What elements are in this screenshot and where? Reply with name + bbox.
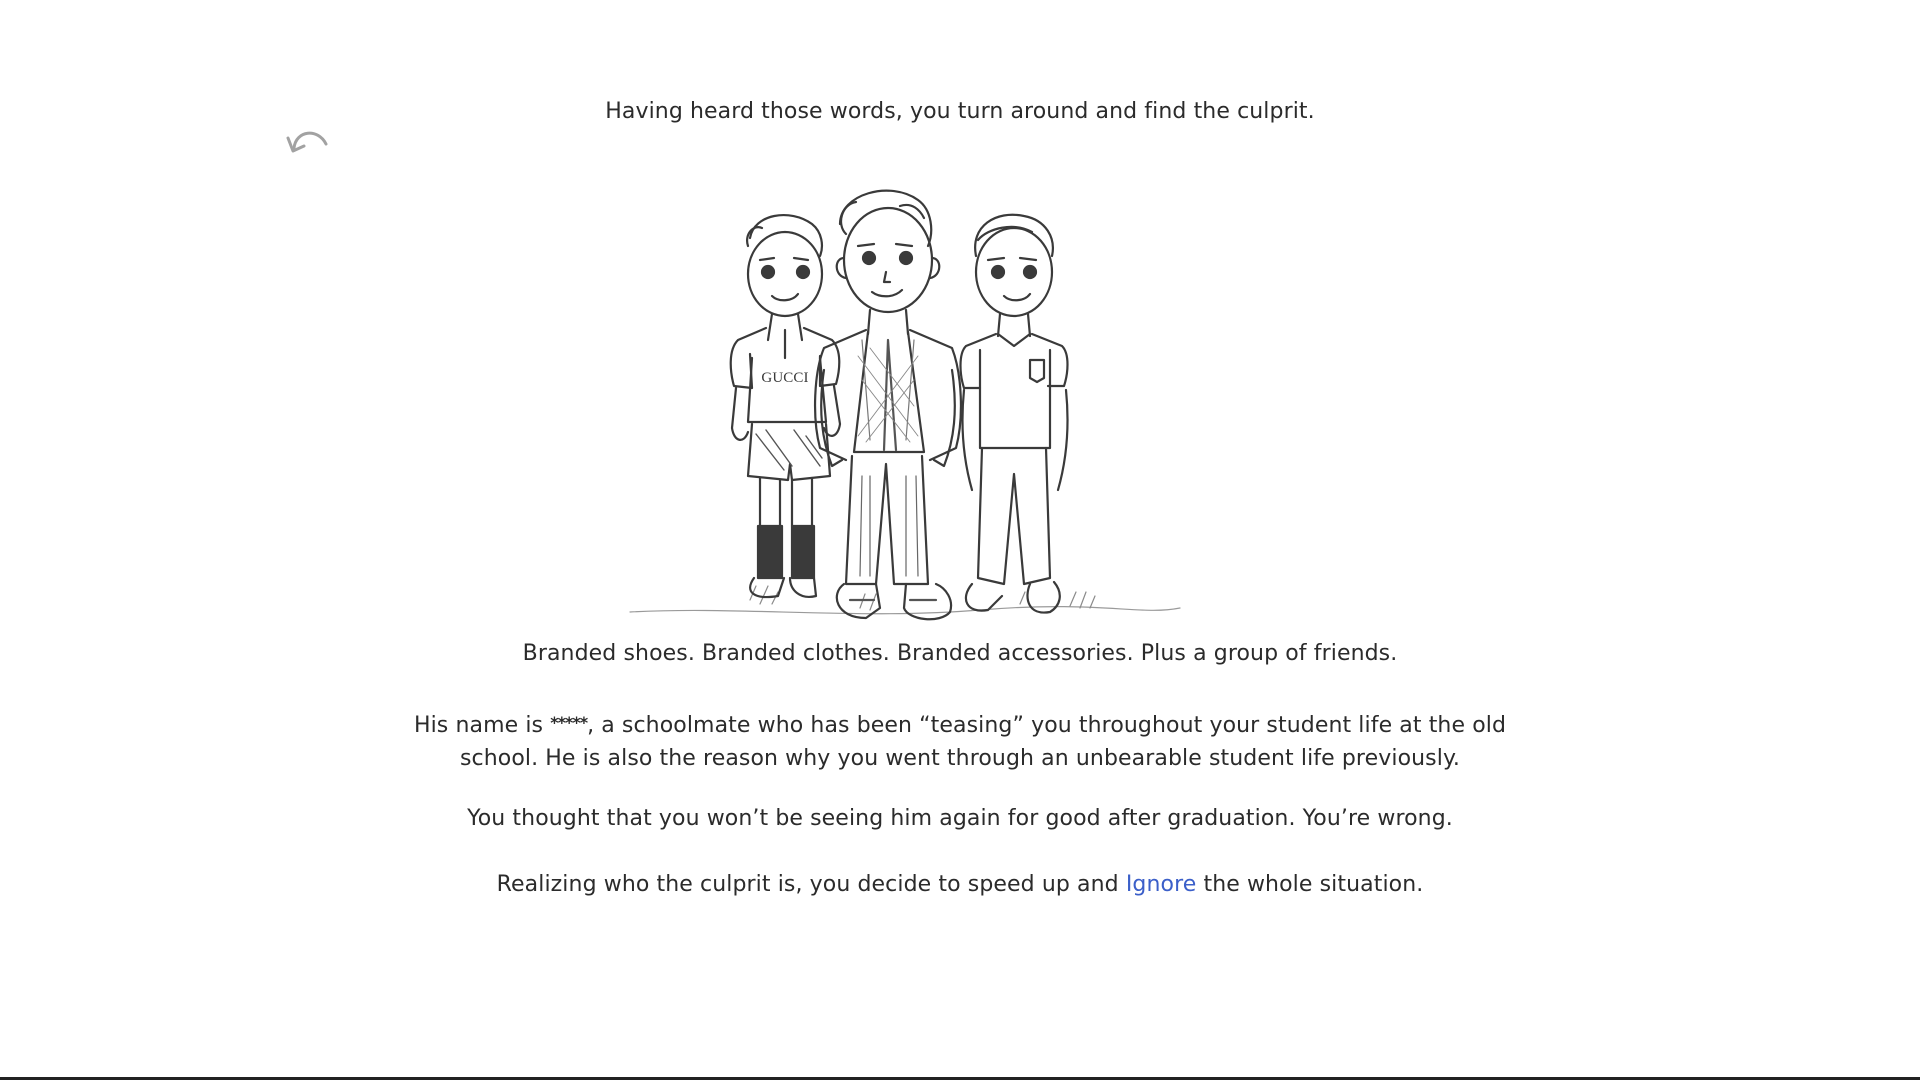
- shirt-logo-text: GUCCI: [761, 370, 808, 386]
- right-boy-figure: [959, 213, 1069, 614]
- choice-suffix-text: the whole situation.: [1196, 872, 1424, 897]
- masked-name-text: *****: [550, 713, 588, 732]
- story-paragraph-choice: Realizing who the culprit is, you decide…: [0, 871, 1920, 899]
- undo-arrow-icon[interactable]: [284, 124, 332, 158]
- left-boy-figure: GUCCI: [729, 214, 842, 599]
- choice-prefix-text: Realizing who the culprit is, you decide…: [496, 872, 1126, 897]
- name-prefix-text: His name is: [413, 713, 551, 738]
- story-paragraph-name: His name is *****, a schoolmate who has …: [390, 706, 1530, 775]
- three-boys-illustration: GUCCI: [629, 189, 1181, 621]
- story-paragraph-branded: Branded shoes. Branded clothes. Branded …: [522, 641, 1398, 666]
- story-paragraph-graduation: You thought that you won’t be seeing him…: [467, 806, 1453, 831]
- ignore-choice-link[interactable]: Ignore: [1126, 872, 1197, 897]
- story-intro-text: Having heard those words, you turn aroun…: [605, 99, 1315, 124]
- name-description-text: , a schoolmate who has been “teasing” yo…: [459, 713, 1507, 771]
